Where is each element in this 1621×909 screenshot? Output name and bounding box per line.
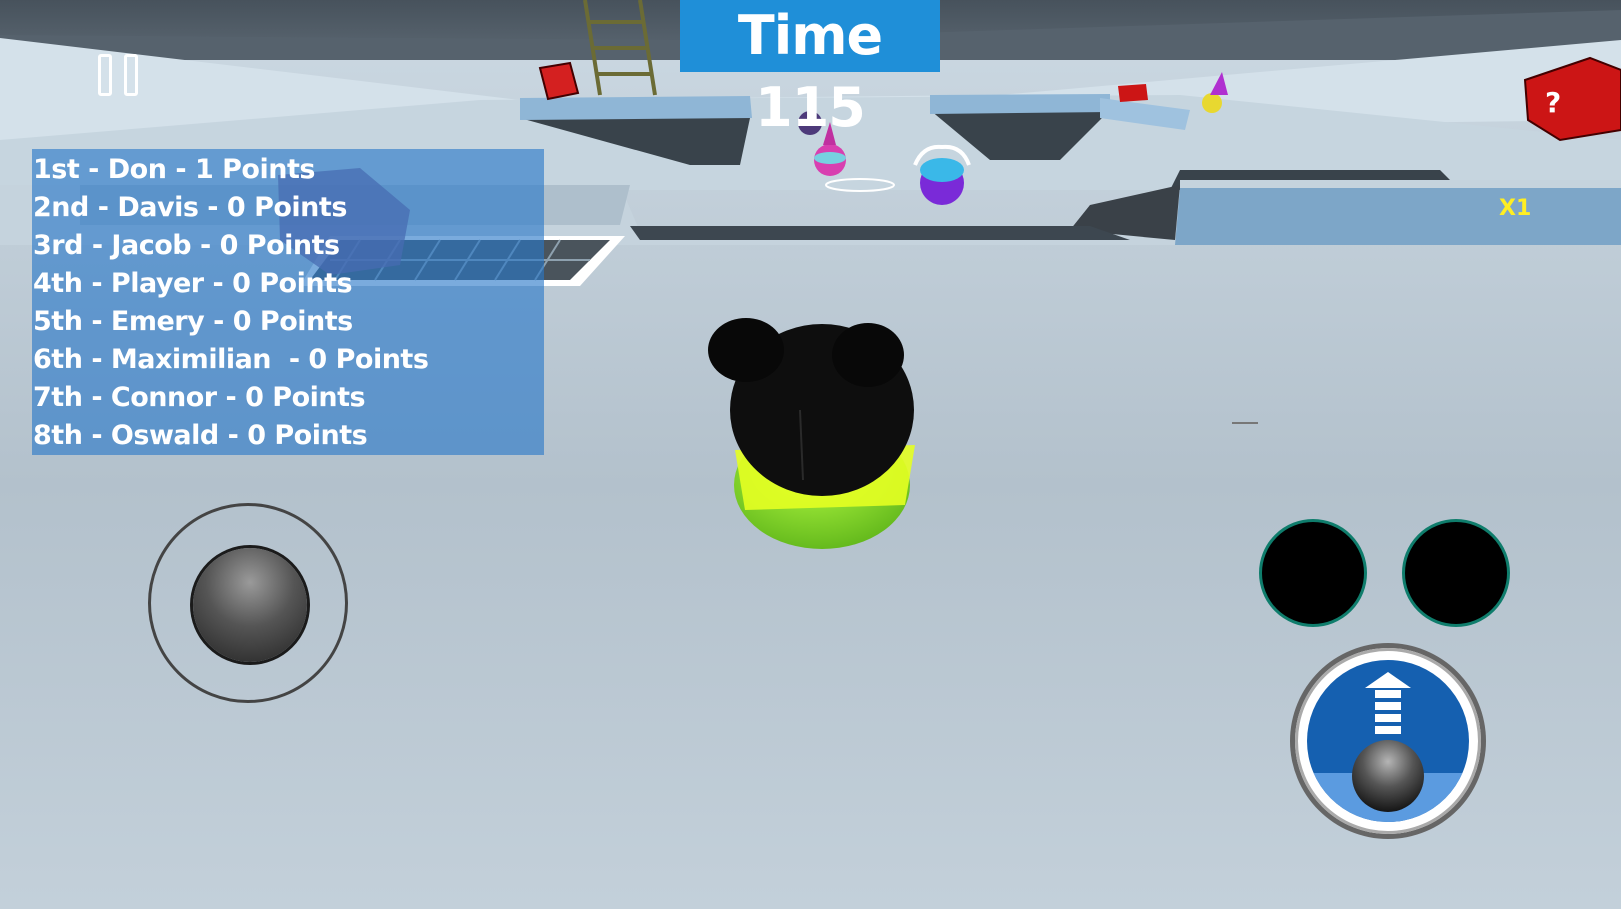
timer-display: Time 115 [680, 0, 940, 139]
virtual-joystick[interactable] [148, 503, 348, 703]
leaderboard-row: 2nd - Davis - 0 Points [33, 192, 347, 223]
leaderboard-panel: 1st - Don - 1 Points 2nd - Davis - 0 Poi… [32, 149, 544, 455]
leaderboard-row: 7th - Connor - 0 Points [33, 382, 366, 413]
leaderboard-row: 6th - Maximilian - 0 Points [33, 344, 429, 375]
pause-button[interactable] [94, 52, 146, 100]
svg-text:?: ? [1545, 86, 1561, 119]
jump-arrow-icon [1352, 672, 1424, 812]
jump-button-face [1307, 660, 1469, 822]
joystick-knob[interactable] [193, 548, 307, 662]
leaderboard-row: 5th - Emery - 0 Points [33, 306, 353, 337]
pause-bar-right [124, 54, 138, 96]
leaderboard-row: 4th - Player - 0 Points [33, 268, 353, 299]
leaderboard-row: 3rd - Jacob - 0 Points [33, 230, 340, 261]
jump-button[interactable] [1295, 648, 1481, 834]
action-button-left[interactable] [1259, 519, 1367, 627]
score-multiplier: X1 [1499, 196, 1532, 221]
action-button-right[interactable] [1402, 519, 1510, 627]
game-screen: ? Time 115 1st - Don - 1 Points 2nd - Da… [0, 0, 1621, 909]
leaderboard-row: 1st - Don - 1 Points [33, 154, 315, 185]
leaderboard-row: 8th - Oswald - 0 Points [33, 420, 368, 451]
pause-bar-left [98, 54, 112, 96]
